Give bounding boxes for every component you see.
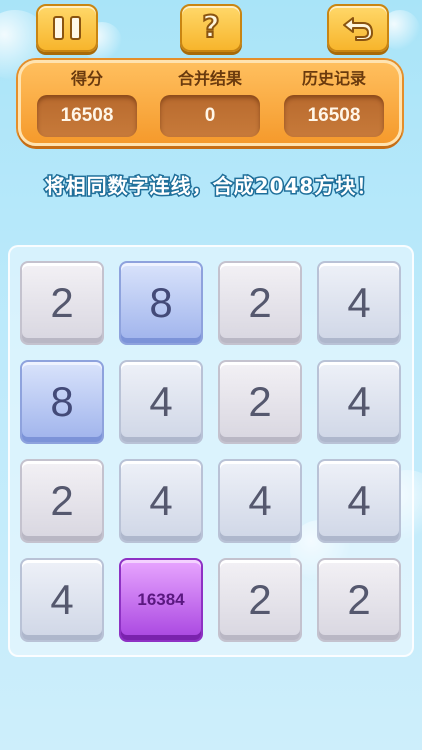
tile-r3-c4[interactable]: 4 bbox=[317, 459, 401, 543]
tile-r3-c3[interactable]: 4 bbox=[218, 459, 302, 543]
score-value: 16508 bbox=[37, 95, 137, 137]
pause-button[interactable] bbox=[36, 4, 98, 52]
tile-r1-c3[interactable]: 2 bbox=[218, 261, 302, 345]
score-panel: 得分 16508 合并结果 0 历史记录 16508 bbox=[18, 60, 402, 146]
question-mark-icon: ? bbox=[201, 10, 220, 45]
best-score-value: 16508 bbox=[284, 95, 384, 137]
tile-r4-c2[interactable]: 16384 bbox=[119, 558, 203, 642]
tile-r2-c2[interactable]: 4 bbox=[119, 360, 203, 444]
undo-arrow-icon bbox=[343, 17, 373, 41]
game-board: 2 8 2 4 8 4 2 4 2 4 4 4 4 16384 2 2 bbox=[8, 245, 414, 657]
tile-r3-c1[interactable]: 2 bbox=[20, 459, 104, 543]
undo-button[interactable] bbox=[327, 4, 389, 52]
tile-r1-c2[interactable]: 8 bbox=[119, 261, 203, 345]
merge-result-label: 合并结果 bbox=[177, 69, 242, 88]
tile-r3-c2[interactable]: 4 bbox=[119, 459, 203, 543]
tile-r4-c3[interactable]: 2 bbox=[218, 558, 302, 642]
pause-icon bbox=[53, 16, 81, 40]
best-score-label: 历史记录 bbox=[301, 69, 366, 88]
tile-r2-c3[interactable]: 2 bbox=[218, 360, 302, 444]
merge-result-value: 0 bbox=[160, 95, 260, 137]
instruction-text: 将相同数字连线，合成2048方块！ bbox=[43, 173, 378, 200]
tile-r1-c4[interactable]: 4 bbox=[317, 261, 401, 345]
best-score-section: 历史记录 16508 bbox=[284, 69, 384, 137]
tile-r2-c1[interactable]: 8 bbox=[20, 360, 104, 444]
tile-r4-c4[interactable]: 2 bbox=[317, 558, 401, 642]
tile-r1-c1[interactable]: 2 bbox=[20, 261, 104, 345]
tile-r4-c1[interactable]: 4 bbox=[20, 558, 104, 642]
help-button[interactable]: ? bbox=[180, 4, 242, 52]
merge-result-section: 合并结果 0 bbox=[160, 69, 260, 137]
score-section: 得分 16508 bbox=[37, 69, 137, 137]
tile-r2-c4[interactable]: 4 bbox=[317, 360, 401, 444]
score-label: 得分 bbox=[70, 69, 103, 88]
